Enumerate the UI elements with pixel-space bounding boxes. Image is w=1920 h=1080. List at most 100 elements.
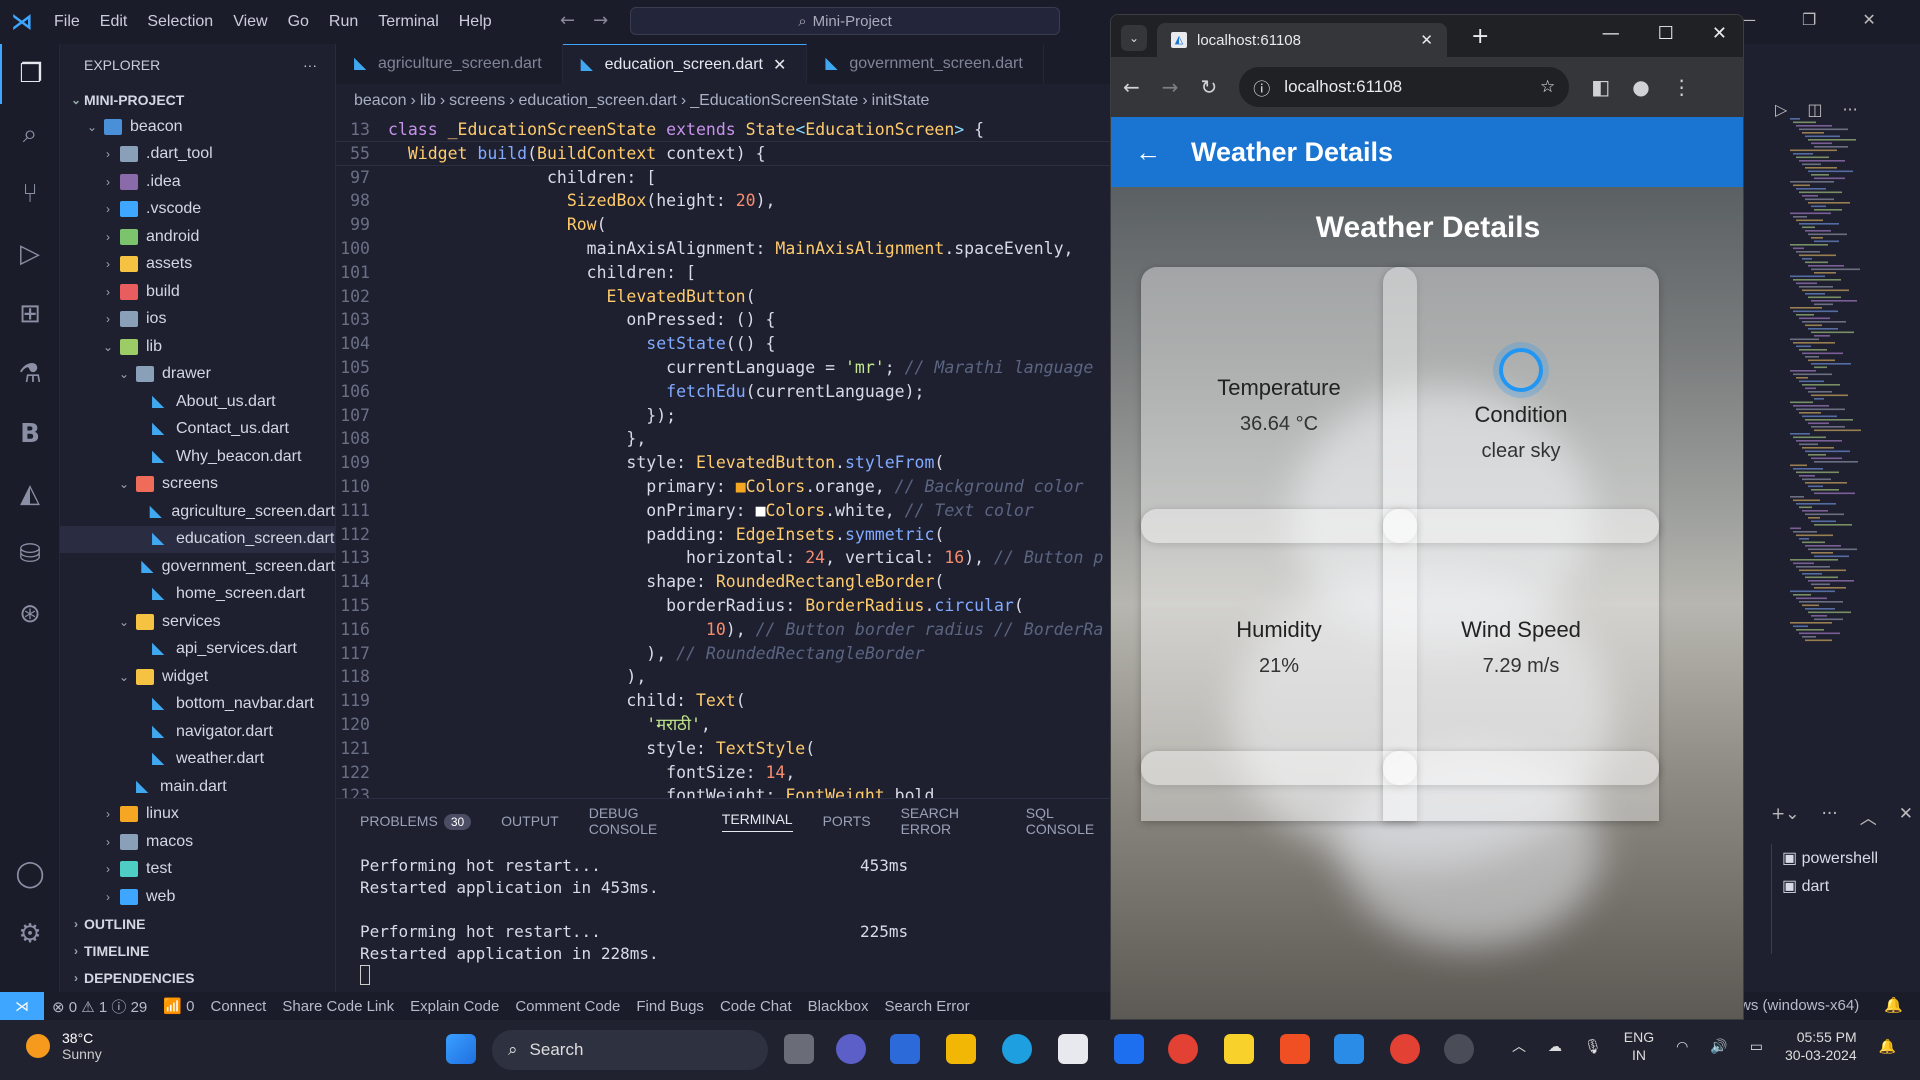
breadcrumb-item[interactable]: _EducationScreenState xyxy=(690,92,858,110)
address-bar[interactable]: ⓘ localhost:61108 ☆ xyxy=(1239,67,1570,107)
status-search-error[interactable]: Search Error xyxy=(877,998,978,1015)
tree-item[interactable]: ◣ api_services.dart xyxy=(60,636,335,664)
editor-tab[interactable]: ◣ education_screen.dart ✕ xyxy=(562,44,808,84)
tree-item[interactable]: ◣ Contact_us.dart xyxy=(60,416,335,444)
settings-gear-icon[interactable]: ⚙ xyxy=(0,904,60,964)
panel-tab-search-error[interactable]: SEARCH ERROR xyxy=(901,805,996,837)
tree-item[interactable]: › assets xyxy=(60,251,335,279)
breadcrumb-item[interactable]: screens xyxy=(449,92,505,110)
tree-item[interactable]: ⌄ beacon xyxy=(60,113,335,141)
status-code-chat[interactable]: Code Chat xyxy=(712,998,800,1015)
profile-icon[interactable]: ● xyxy=(1632,75,1649,99)
forward-icon[interactable]: → xyxy=(1162,75,1179,99)
github-desktop-icon[interactable] xyxy=(1444,1034,1474,1064)
sticky-notes-icon[interactable] xyxy=(1224,1034,1254,1064)
editor-tab[interactable]: ◣ agriculture_screen.dart xyxy=(336,44,563,84)
tree-item[interactable]: ◣ navigator.dart xyxy=(60,718,335,746)
mysql-icon[interactable] xyxy=(890,1034,920,1064)
taskbar-search[interactable]: ⌕ Search xyxy=(492,1030,768,1070)
status-explain-code[interactable]: Explain Code xyxy=(402,998,507,1015)
close-tab-icon[interactable]: ✕ xyxy=(773,55,786,75)
cloud-offline-icon[interactable]: ☁ xyxy=(1548,1038,1562,1055)
edge-icon[interactable] xyxy=(1002,1034,1032,1064)
status-share-code-link[interactable]: Share Code Link xyxy=(274,998,402,1015)
tree-item[interactable]: › test xyxy=(60,856,335,884)
command-center[interactable]: ⌕ Mini-Project xyxy=(630,7,1060,35)
minimize-icon[interactable]: — xyxy=(1602,23,1620,44)
weather-widget[interactable]: 38°C Sunny xyxy=(26,1030,102,1062)
database-icon[interactable]: ⛁ xyxy=(0,524,60,584)
restore-icon[interactable]: ❐ xyxy=(1802,10,1816,29)
tree-item[interactable]: ⌄ drawer xyxy=(60,361,335,389)
panel-tab-terminal[interactable]: TERMINAL xyxy=(721,811,793,832)
menu-go[interactable]: Go xyxy=(278,13,319,31)
blackbox-icon[interactable]: B xyxy=(0,404,60,464)
tree-item[interactable]: ◣ bottom_navbar.dart xyxy=(60,691,335,719)
status-blackbox[interactable]: Blackbox xyxy=(800,998,877,1015)
explorer-icon[interactable]: ❐ xyxy=(0,44,60,104)
breadcrumb-item[interactable]: beacon xyxy=(354,92,407,110)
code-editor[interactable]: 13 class _EducationScreenState extends St… xyxy=(336,118,1110,798)
clock[interactable]: 05:55 PM 30-03-2024 xyxy=(1785,1028,1857,1064)
file-explorer-icon[interactable] xyxy=(946,1034,976,1064)
notifications-bell-icon[interactable]: 🔔 xyxy=(1884,996,1903,1014)
new-terminal-icon[interactable]: +⌄ xyxy=(1771,804,1800,829)
panel-tab-ports[interactable]: PORTS xyxy=(823,813,871,829)
tree-item[interactable]: ◣ main.dart xyxy=(60,773,335,801)
account-icon[interactable]: ◯ xyxy=(0,844,60,904)
side-panel-icon[interactable]: ◧ xyxy=(1591,75,1610,99)
menu-selection[interactable]: Selection xyxy=(137,13,223,31)
microphone-icon[interactable]: 🎙 xyxy=(1584,1038,1602,1055)
back-arrow-icon[interactable]: ← xyxy=(1135,137,1161,168)
maximize-icon[interactable]: ☐ xyxy=(1658,23,1674,44)
minimap[interactable] xyxy=(1790,118,1910,658)
section-dependencies[interactable]: › DEPENDENCIES xyxy=(60,965,335,992)
git-graph-icon[interactable]: ⊛ xyxy=(0,584,60,644)
tree-item[interactable]: › .vscode xyxy=(60,196,335,224)
chrome-active-icon[interactable] xyxy=(1390,1034,1420,1064)
split-editor-icon[interactable]: ◫ xyxy=(1807,100,1822,119)
back-icon[interactable]: ← xyxy=(1123,75,1140,99)
close-icon[interactable]: ✕ xyxy=(1862,10,1875,29)
tree-item[interactable]: › ios xyxy=(60,306,335,334)
tree-item[interactable]: › android xyxy=(60,223,335,251)
windows-start-icon[interactable] xyxy=(446,1034,476,1064)
tree-item[interactable]: ◣ home_screen.dart xyxy=(60,581,335,609)
status-platform[interactable]: ws (windows-x64) xyxy=(1740,997,1859,1014)
wifi-icon[interactable]: ◠ xyxy=(1676,1038,1688,1055)
close-tab-icon[interactable]: ✕ xyxy=(1420,31,1433,49)
tree-item[interactable]: › macos xyxy=(60,828,335,856)
more-icon[interactable]: ··· xyxy=(1842,100,1857,119)
dropbox-icon[interactable] xyxy=(1114,1034,1144,1064)
tree-item[interactable]: ⌄ screens xyxy=(60,471,335,499)
menu-run[interactable]: Run xyxy=(319,13,368,31)
section-timeline[interactable]: › TIMELINE xyxy=(60,938,335,965)
chrome-icon[interactable] xyxy=(1168,1034,1198,1064)
editor-tab[interactable]: ◣ government_screen.dart xyxy=(807,44,1044,84)
brave-icon[interactable] xyxy=(1280,1034,1310,1064)
menu-help[interactable]: Help xyxy=(449,13,502,31)
nav-arrows[interactable]: ←→ xyxy=(560,10,626,31)
search-icon[interactable]: ⌕ xyxy=(0,104,60,164)
battery-icon[interactable]: ▭ xyxy=(1750,1038,1763,1055)
tree-item[interactable]: ◣ education_screen.dart xyxy=(60,525,335,553)
browser-menu-icon[interactable]: ⋮ xyxy=(1672,75,1692,99)
tree-item[interactable]: › build xyxy=(60,278,335,306)
language-indicator[interactable]: ENG IN xyxy=(1624,1028,1654,1064)
flutter-icon[interactable]: ◭ xyxy=(0,464,60,524)
close-icon[interactable]: ✕ xyxy=(1712,23,1727,44)
panel-tab-output[interactable]: OUTPUT xyxy=(501,813,559,829)
problems-status[interactable]: ⊗ 0 ⚠ 1 ⓘ 29 xyxy=(44,996,155,1017)
teams-icon[interactable] xyxy=(836,1034,866,1064)
status-find-bugs[interactable]: Find Bugs xyxy=(628,998,712,1015)
browser-tab[interactable]: ◭ localhost:61108 ✕ xyxy=(1157,23,1447,57)
status-connect[interactable]: Connect xyxy=(202,998,274,1015)
status-comment-code[interactable]: Comment Code xyxy=(507,998,628,1015)
terminal-instance[interactable]: ▣ powershell xyxy=(1772,844,1888,872)
tree-item[interactable]: › .idea xyxy=(60,168,335,196)
menu-view[interactable]: View xyxy=(223,13,277,31)
source-control-icon[interactable]: ⑂ xyxy=(0,164,60,224)
tree-item[interactable]: ◣ agriculture_screen.dart xyxy=(60,498,335,526)
ports-status[interactable]: 📶 0 xyxy=(155,997,202,1015)
extensions-icon[interactable]: ⊞ xyxy=(0,284,60,344)
